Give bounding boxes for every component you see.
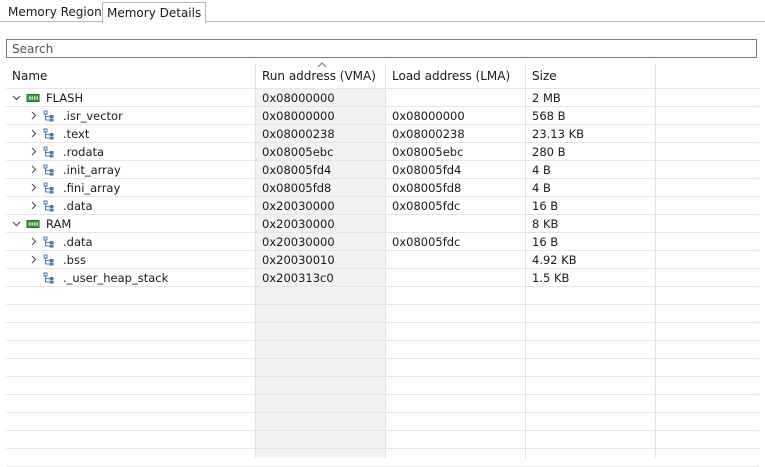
table-row-section[interactable]: .rodata 0x08005ebc 0x08005ebc 280 B: [6, 143, 759, 161]
cell-size: 8 KB: [532, 217, 559, 231]
cell-run-address: 0x08000000: [262, 91, 335, 105]
cell-name: ._user_heap_stack: [63, 271, 169, 285]
row-gridline: [6, 412, 759, 413]
search-box: [6, 39, 757, 58]
section-tree-icon: [43, 128, 54, 140]
table-row-section[interactable]: .data 0x20030000 0x08005fdc 16 B: [6, 197, 759, 215]
tab-bar: Memory Regions Memory Details: [0, 0, 765, 24]
table-row-section[interactable]: .init_array 0x08005fd4 0x08005fd4 4 B: [6, 161, 759, 179]
memory-details-table: Name Run address (VMA) Load address (LMA…: [6, 62, 759, 467]
cell-size: 4 B: [532, 163, 551, 177]
table-row-section[interactable]: .fini_array 0x08005fd8 0x08005fd8 4 B: [6, 179, 759, 197]
memory-region-icon: [26, 220, 40, 228]
cell-name: .data: [63, 199, 93, 213]
chevron-right-icon[interactable]: [29, 111, 38, 120]
cell-load-address: 0x08005fdc: [392, 235, 461, 249]
section-tree-icon: [43, 164, 54, 176]
table-row-section[interactable]: .isr_vector 0x08000000 0x08000000 568 B: [6, 107, 759, 125]
cell-name: .init_array: [63, 163, 121, 177]
table-row-region[interactable]: FLASH 0x08000000 2 MB: [6, 89, 759, 107]
cell-name: .data: [63, 235, 93, 249]
section-tree-icon: [43, 200, 54, 212]
cell-name: .bss: [63, 253, 86, 267]
cell-size: 280 B: [532, 145, 566, 159]
cell-run-address: 0x08000000: [262, 109, 335, 123]
section-tree-icon: [43, 146, 54, 158]
cell-name: RAM: [46, 217, 72, 231]
cell-run-address: 0x08005fd4: [262, 163, 332, 177]
cell-name: .isr_vector: [63, 109, 123, 123]
cell-size: 4 B: [532, 181, 551, 195]
cell-load-address: 0x08000238: [392, 127, 465, 141]
chevron-right-icon[interactable]: [29, 183, 38, 192]
section-tree-icon: [43, 236, 54, 248]
chevron-down-icon[interactable]: [12, 93, 21, 102]
row-gridline: [6, 448, 759, 449]
column-header-run-address[interactable]: Run address (VMA): [262, 69, 376, 83]
section-tree-icon: [43, 272, 54, 284]
chevron-right-icon[interactable]: [29, 255, 38, 264]
cell-load-address: 0x08005ebc: [392, 145, 464, 159]
sort-ascending-icon: [317, 62, 327, 68]
cell-load-address: 0x08000000: [392, 109, 465, 123]
cell-size: 23.13 KB: [532, 127, 585, 141]
row-gridline: [6, 394, 759, 395]
table-row-section[interactable]: .text 0x08000238 0x08000238 23.13 KB: [6, 125, 759, 143]
table-row-region[interactable]: RAM 0x20030000 8 KB: [6, 215, 759, 233]
chevron-right-icon[interactable]: [29, 237, 38, 246]
row-gridline: [6, 358, 759, 359]
cell-size: 16 B: [532, 235, 559, 249]
section-tree-icon: [43, 110, 54, 122]
cell-run-address: 0x20030000: [262, 199, 335, 213]
row-gridline: [6, 376, 759, 377]
chevron-right-icon[interactable]: [29, 129, 38, 138]
cell-load-address: 0x08005fd4: [392, 163, 462, 177]
cell-run-address: 0x20030010: [262, 253, 335, 267]
cell-size: 2 MB: [532, 91, 561, 105]
row-gridline: [6, 322, 759, 323]
cell-run-address: 0x20030000: [262, 235, 335, 249]
section-tree-icon: [43, 254, 54, 266]
table-row-section[interactable]: .data 0x20030000 0x08005fdc 16 B: [6, 233, 759, 251]
cell-run-address: 0x08005fd8: [262, 181, 332, 195]
chevron-right-icon[interactable]: [29, 147, 38, 156]
row-gridline: [6, 304, 759, 305]
cell-size: 16 B: [532, 199, 559, 213]
chevron-right-icon[interactable]: [29, 201, 38, 210]
cell-run-address: 0x200313c0: [262, 271, 334, 285]
column-header-load-address[interactable]: Load address (LMA): [392, 69, 510, 83]
cell-run-address: 0x08005ebc: [262, 145, 334, 159]
tab-memory-regions[interactable]: Memory Regions: [4, 3, 112, 21]
cell-size: 4.92 KB: [532, 253, 577, 267]
column-header-size[interactable]: Size: [532, 69, 557, 83]
cell-name: .text: [63, 127, 90, 141]
cell-name: .rodata: [63, 145, 105, 159]
table-header: Name Run address (VMA) Load address (LMA…: [6, 62, 759, 88]
row-gridline: [6, 340, 759, 341]
table-row-section[interactable]: ._user_heap_stack 0x200313c0 1.5 KB: [6, 269, 759, 287]
memory-region-icon: [26, 94, 40, 102]
chevron-down-icon[interactable]: [12, 219, 21, 228]
row-gridline: [6, 430, 759, 431]
cell-load-address: 0x08005fdc: [392, 199, 461, 213]
table-row-section[interactable]: .bss 0x20030010 4.92 KB: [6, 251, 759, 269]
cell-run-address: 0x20030000: [262, 217, 335, 231]
cell-load-address: 0x08005fd8: [392, 181, 462, 195]
column-header-name[interactable]: Name: [12, 69, 47, 83]
cell-name: FLASH: [46, 91, 84, 105]
tab-memory-details[interactable]: Memory Details: [102, 2, 207, 24]
cell-name: .fini_array: [63, 181, 121, 195]
cell-run-address: 0x08000238: [262, 127, 335, 141]
cell-size: 568 B: [532, 109, 566, 123]
search-input[interactable]: [7, 40, 756, 57]
chevron-right-icon[interactable]: [29, 165, 38, 174]
section-tree-icon: [43, 182, 54, 194]
cell-size: 1.5 KB: [532, 271, 570, 285]
